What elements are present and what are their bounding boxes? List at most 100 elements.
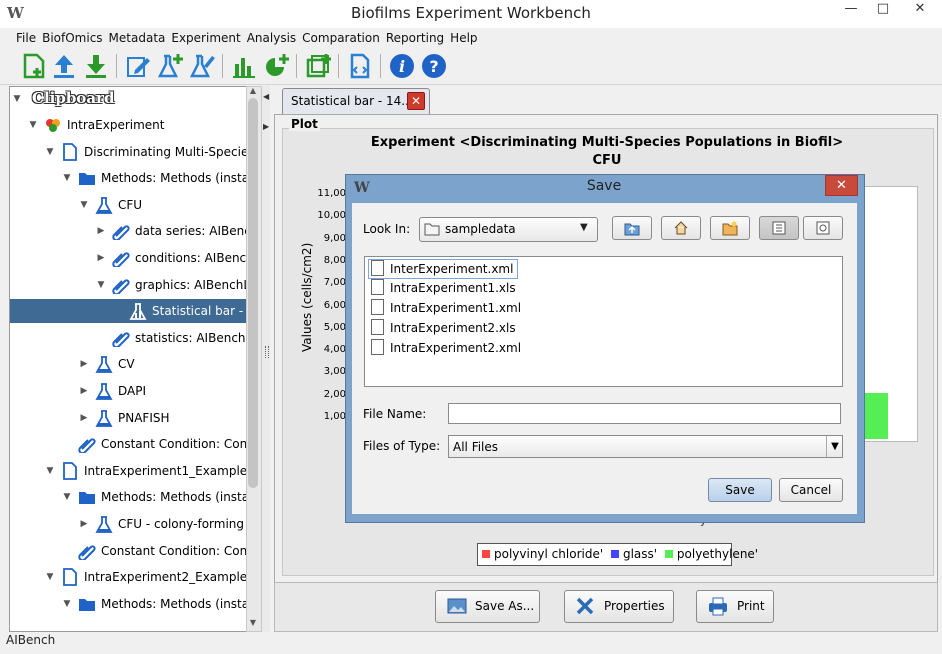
new-file-icon[interactable] [20,52,48,80]
collapse-arrow-icon[interactable]: ▼ [62,485,72,509]
cancel-button[interactable]: Cancel [779,478,843,502]
expand-arrow-icon[interactable]: ▶ [79,406,89,430]
tree-node[interactable]: ▶ conditions: AIBenchL [10,246,246,270]
save-as-button[interactable]: Save As... [435,590,540,623]
tree-node[interactable]: ▼ IntraExperiment1_Example [10,459,246,483]
upload-icon[interactable] [50,52,78,80]
pie-chart-icon[interactable] [262,52,290,80]
file-name: InterExperiment.xml [390,262,514,276]
tree-node-clipboard[interactable]: ▼ Clipboard [10,87,246,111]
files-of-type-dropdown[interactable]: All Files ▼ [448,435,843,458]
splitter-grip[interactable] [265,346,269,358]
file-name-input[interactable] [448,403,841,424]
close-button[interactable]: ✕ [898,0,942,20]
look-in-dropdown[interactable]: sampledata ▼ [419,217,598,242]
properties-button[interactable]: Properties [564,590,674,623]
up-folder-button[interactable] [612,216,652,240]
collapse-arrow-icon[interactable]: ▼ [45,565,55,589]
tree-node[interactable]: ▼ IntraExperiment2_Example [10,565,246,589]
tree-node[interactable]: Statistical bar - 14 [10,299,246,324]
tree-node-label: Constant Condition: Const [101,543,247,558]
tab-statistical-bar[interactable]: Statistical bar - 14... ✕ [282,88,430,115]
maximize-button[interactable]: □ [870,0,896,20]
collapse-arrow-icon[interactable]: ▼ [28,113,38,137]
collapse-arrow-icon[interactable]: ▼ [79,193,89,217]
splitter-left-arrow-icon[interactable]: ◀ [263,92,269,101]
plot-section-label: Plot [289,117,320,131]
help-icon[interactable]: ? [420,52,448,80]
expand-arrow-icon[interactable]: ▶ [96,219,106,243]
details-view-button[interactable] [803,216,843,240]
expand-arrow-icon[interactable]: ▶ [79,512,89,536]
clipboard-tree[interactable]: ▼ Clipboard ▼ IntraExperiment ▼ Discriminat… [9,86,247,632]
list-view-button[interactable] [759,216,799,240]
download-icon[interactable] [82,52,110,80]
tree-node[interactable]: ▼ Methods: Methods (instan [10,592,246,616]
collapse-arrow-icon[interactable]: ▼ [12,87,22,111]
home-button[interactable] [661,216,701,240]
xml-document-icon[interactable] [346,52,374,80]
chevron-down-icon[interactable]: ▼ [826,436,843,457]
tab-close-icon[interactable]: ✕ [407,92,425,110]
info-icon[interactable]: i [388,52,416,80]
toolbar-separator [116,54,117,78]
expand-arrow-icon[interactable]: ▶ [96,246,106,270]
clip-icon [78,542,96,561]
splitter-right-arrow-icon[interactable]: ▶ [263,122,269,131]
tree-node[interactable]: ▶ data series: AIBenchL [10,219,246,243]
folder-icon [78,595,96,613]
collapse-arrow-icon[interactable]: ▼ [45,140,55,164]
menu-help[interactable]: Help [447,28,480,45]
add-window-icon[interactable] [304,52,332,80]
menu-file[interactable]: File [0,28,39,45]
svg-text:i: i [399,57,405,76]
tree-node[interactable]: ▼ CFU [10,193,246,217]
tree-node[interactable]: ▶ DAPI [10,379,246,403]
bar-chart-icon[interactable] [230,52,258,80]
scroll-down-arrow-icon[interactable]: ▼ [247,618,259,628]
expand-arrow-icon[interactable]: ▶ [79,379,89,403]
tree-node[interactable]: ▶ CFU - colony-forming u [10,512,246,536]
tree-node[interactable]: ▼ graphics: AIBenchLis [10,273,246,297]
print-button[interactable]: Print [696,590,774,623]
dialog-close-button[interactable]: ✕ [825,175,858,196]
file-list-item[interactable]: IntraExperiment2.xls [371,319,516,337]
file-list-item[interactable]: IntraExperiment2.xml [371,339,521,357]
collapse-arrow-icon[interactable]: ▼ [45,459,55,483]
menu-analysis[interactable]: Analysis [244,28,299,45]
tree-node[interactable]: ▼ Methods: Methods (instan [10,485,246,509]
tree-scroll-thumb[interactable] [248,98,258,488]
edit-icon[interactable] [124,52,152,80]
tree-node[interactable]: statistics: AIBenchLis [10,326,246,350]
tree-node[interactable]: ▼ Methods: Methods (instan [10,166,246,190]
menu-comparation[interactable]: Comparation [299,28,383,45]
save-button[interactable]: Save [708,478,772,502]
folder-icon [424,223,440,236]
collapse-arrow-icon[interactable]: ▼ [62,592,72,616]
edit-experiment-icon[interactable] [188,52,216,80]
collapse-arrow-icon[interactable]: ▼ [96,273,106,297]
file-list-item[interactable]: IntraExperiment1.xml [371,299,521,317]
file-list-item[interactable]: IntraExperiment1.xls [371,279,516,297]
chevron-down-icon[interactable]: ▼ [580,222,588,233]
add-experiment-icon[interactable] [156,52,184,80]
menu-metadata[interactable]: Metadata [106,28,169,45]
expand-arrow-icon[interactable]: ▶ [79,352,89,376]
minimize-button[interactable]: — [838,0,864,20]
file-list-item[interactable]: InterExperiment.xml [368,259,519,279]
tree-node[interactable]: ▼ IntraExperiment [10,113,246,137]
tree-node[interactable]: ▶ PNAFISH [10,406,246,430]
new-folder-button[interactable] [710,216,750,240]
menu-experiment[interactable]: Experiment [168,28,243,45]
collapse-arrow-icon[interactable]: ▼ [62,166,72,190]
scroll-up-arrow-icon[interactable]: ▲ [247,86,259,96]
splitter[interactable]: ◀ ▶ [262,86,270,632]
menu-biofomics[interactable]: BiofOmics [39,28,105,45]
tree-node[interactable]: ▶ CV [10,352,246,376]
tree-node-label: IntraExperiment1_Example [84,463,247,478]
tree-node[interactable]: Constant Condition: Const [10,432,246,456]
menu-reporting[interactable]: Reporting [383,28,447,45]
file-list[interactable]: InterExperiment.xml IntraExperiment1.xls I… [364,256,843,387]
tree-node[interactable]: ▼ Discriminating Multi-Species [10,140,246,164]
tree-node[interactable]: Constant Condition: Const [10,539,246,563]
